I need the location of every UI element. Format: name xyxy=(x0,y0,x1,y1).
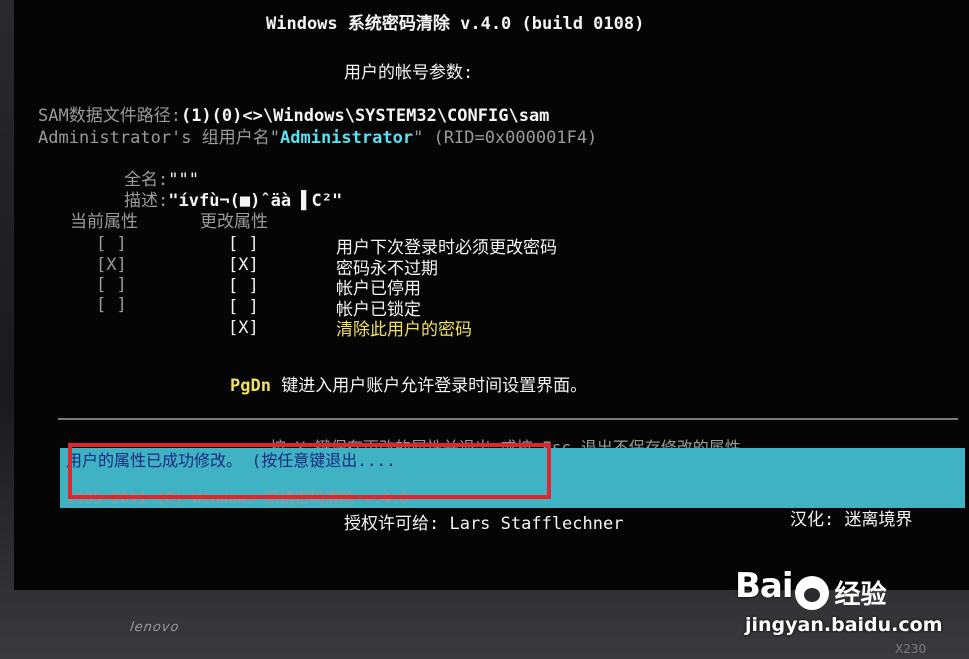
change-attr-header: 更改属性 xyxy=(200,212,268,232)
highlight-annotation-box xyxy=(68,443,551,499)
sam-path-label: SAM数据文件路径: xyxy=(38,106,181,126)
option-1-checkbox[interactable]: [ ] xyxy=(228,234,259,254)
pgdn-text: 键进入用户账户允许登录时间设置界面。 xyxy=(270,376,588,396)
option-1-label: 用户下次登录时必须更改密码 xyxy=(336,238,557,258)
option-5-label: 清除此用户的密码 xyxy=(336,320,472,340)
option-2-label: 密码永不过期 xyxy=(336,259,438,279)
fullname-row: 全名:""" xyxy=(124,170,199,190)
watermark-logo-text: Bai xyxy=(735,566,794,606)
baidu-watermark: Bai 经验 xyxy=(735,566,887,611)
sam-path-row: SAM数据文件路径:(1)(0)<>\Windows\SYSTEM32\CONF… xyxy=(38,106,549,126)
option-4-label: 帐户已锁定 xyxy=(336,300,421,320)
current-attr-header: 当前属性 xyxy=(70,212,138,232)
separator-line xyxy=(58,418,958,420)
option-4-checkbox[interactable]: [ ] xyxy=(228,297,259,317)
watermark-logo-suffix: 经验 xyxy=(834,580,887,610)
pgdn-hint: PgDn 键进入用户账户允许登录时间设置界面。 xyxy=(230,376,587,396)
app-title: Windows 系统密码清除 v.4.0 (build 0108) xyxy=(266,14,645,34)
option-5-checkbox[interactable]: [X] xyxy=(228,318,259,338)
username-row: Administrator's 组用户名"Administrator" (RID… xyxy=(38,128,597,148)
watermark-url: jingyan.baidu.com xyxy=(745,614,943,636)
group-user-label: Administrator's 组用户名" xyxy=(38,128,280,148)
paw-icon xyxy=(794,575,829,610)
option-2-current: [X] xyxy=(96,255,127,275)
rid-value: " (RID=0x000001F4) xyxy=(413,128,598,148)
description-row: 描述:"ívfù¬(■)ˆäà ▌C²" xyxy=(124,191,342,211)
license-line: 授权许可给: Lars Stafflechner xyxy=(344,514,624,534)
bezel-brand-logo: lenovo xyxy=(128,620,181,635)
section-subtitle: 用户的帐号参数: xyxy=(344,63,474,83)
console-screen: Windows 系统密码清除 v.4.0 (build 0108) 用户的帐号参… xyxy=(14,0,969,590)
option-3-label: 帐户已停用 xyxy=(336,279,421,299)
bezel-model-label: X230 xyxy=(895,642,927,656)
fullname-value: """ xyxy=(168,170,199,190)
option-1-current: [ ] xyxy=(96,234,127,254)
pgdn-key: PgDn xyxy=(230,376,271,396)
option-2-checkbox[interactable]: [X] xyxy=(228,255,259,275)
option-3-current: [ ] xyxy=(96,275,127,295)
option-3-checkbox[interactable]: [ ] xyxy=(228,276,259,296)
option-4-current: [ ] xyxy=(96,295,127,315)
localized-by: 汉化: 迷离境界 xyxy=(790,510,913,530)
description-value: "ívfù¬(■)ˆäà ▌C²" xyxy=(168,191,343,211)
sam-path-value: (1)(0)<>\Windows\SYSTEM32\CONFIG\sam xyxy=(180,106,550,126)
fullname-label: 全名: xyxy=(124,170,169,190)
username-value: Administrator xyxy=(280,128,414,148)
description-label: 描述: xyxy=(124,191,169,211)
